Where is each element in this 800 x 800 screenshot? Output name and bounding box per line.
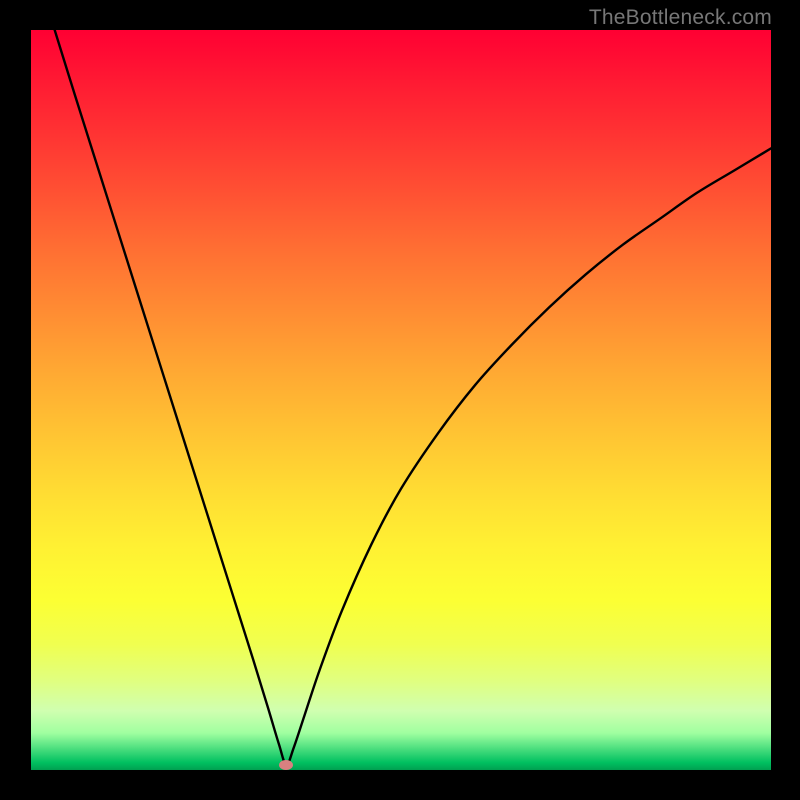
bottleneck-curve <box>31 30 771 770</box>
watermark-text: TheBottleneck.com <box>589 6 772 30</box>
plot-area <box>31 30 771 770</box>
optimum-marker <box>279 760 293 770</box>
chart-frame: TheBottleneck.com <box>0 0 800 800</box>
